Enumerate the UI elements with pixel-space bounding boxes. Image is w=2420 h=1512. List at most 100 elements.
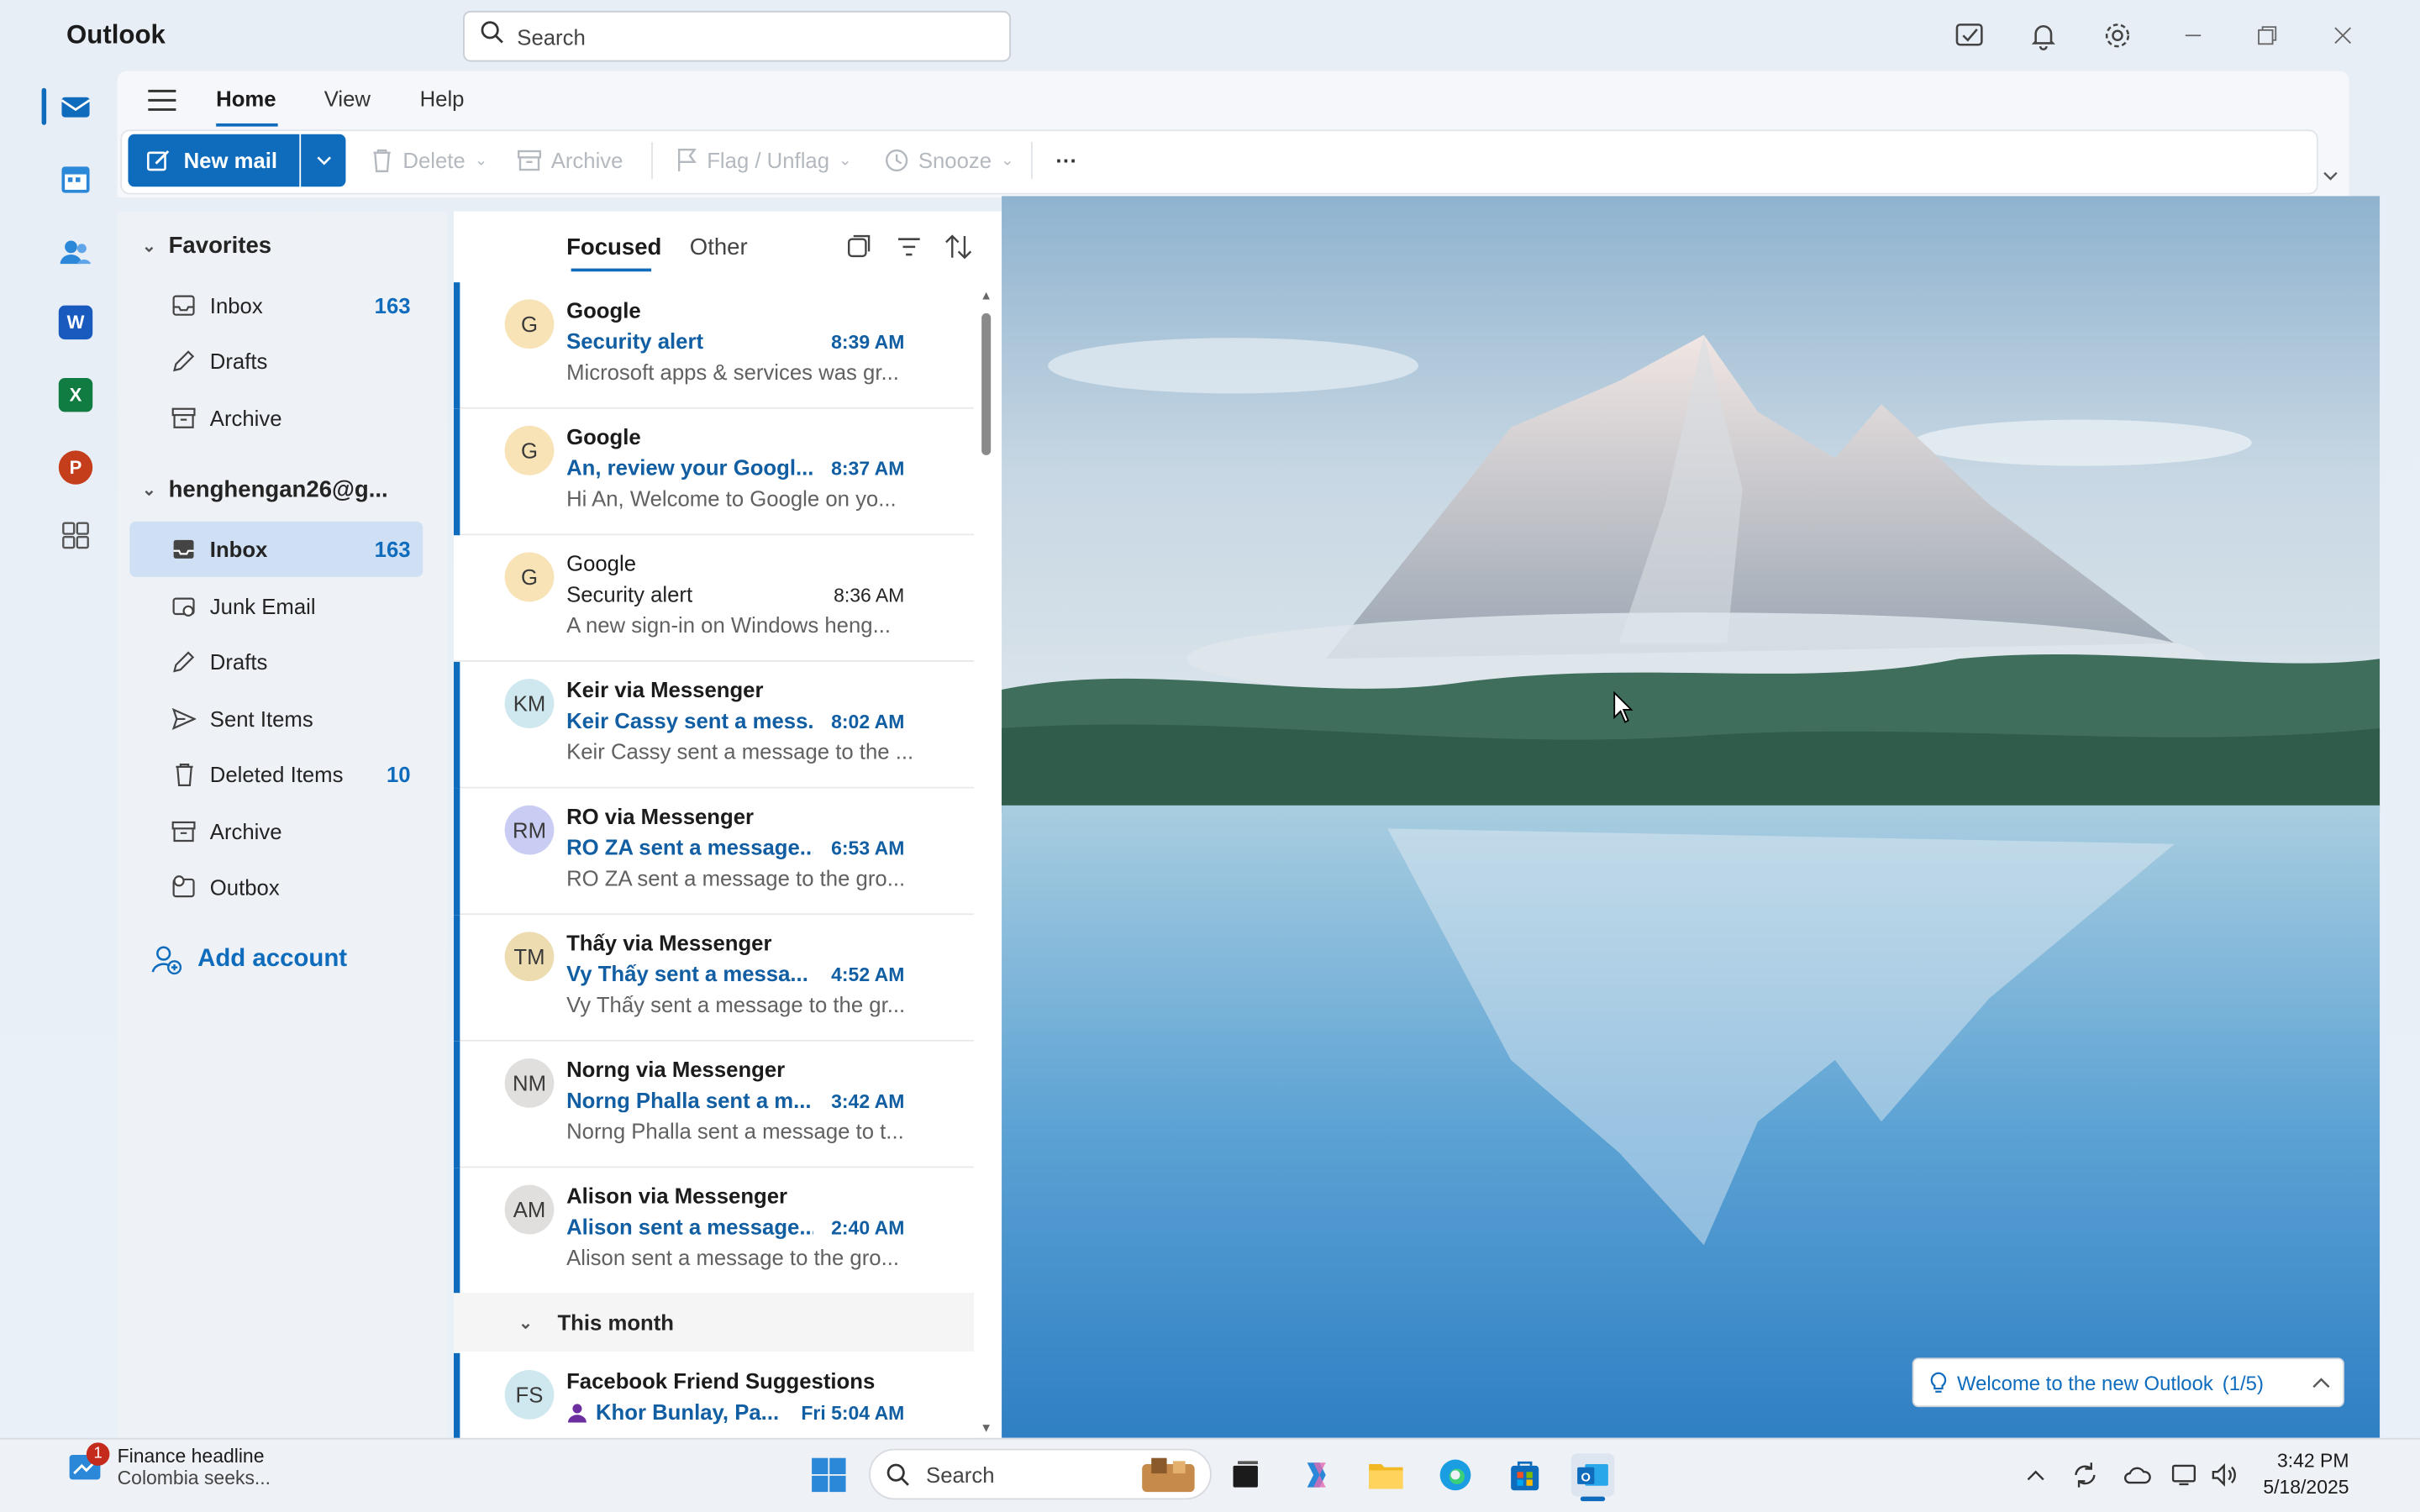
snooze-button[interactable]: Snooze ⌄	[884, 145, 1014, 176]
scrollbar-thumb[interactable]	[981, 312, 992, 455]
excel-app-icon[interactable]: X	[58, 377, 93, 412]
message-item[interactable]: RM RO via Messenger RO ZA sent a message…	[453, 788, 974, 916]
select-mode-icon[interactable]	[841, 230, 875, 264]
restore-button[interactable]	[2250, 18, 2284, 52]
welcome-text: Welcome to the new Outlook	[1956, 1370, 2213, 1394]
message-preview: Microsoft apps & services was gr...	[566, 359, 899, 385]
folder-inbox[interactable]: Inbox 163	[129, 521, 424, 577]
system-clock[interactable]: 3:42 PM 5/18/2025	[2256, 1449, 2349, 1501]
add-account-button[interactable]: Add account	[151, 944, 347, 975]
more-apps-icon[interactable]	[59, 518, 92, 552]
gear-icon[interactable]	[2101, 18, 2134, 52]
file-explorer-icon[interactable]	[1365, 1453, 1407, 1496]
folder-fav-inbox[interactable]: Inbox 163	[129, 278, 423, 333]
news-subtitle: Colombia seeks...	[117, 1467, 271, 1489]
new-mail-button[interactable]: New mail	[128, 134, 300, 187]
chevron-up-icon[interactable]	[2020, 1460, 2051, 1491]
store-icon[interactable]	[1503, 1453, 1546, 1496]
message-item[interactable]: G Google Security alert 8:36 AM A new si…	[453, 535, 974, 662]
message-sender: Keir via Messenger	[566, 677, 764, 702]
welcome-banner[interactable]: Welcome to the new Outlook (1/5)	[1912, 1357, 2344, 1408]
my-day-icon[interactable]	[1952, 18, 1986, 52]
message-preview: Norng Phalla sent a message to t...	[566, 1118, 904, 1144]
mail-app-icon[interactable]	[59, 90, 92, 123]
word-app-icon[interactable]: W	[58, 305, 93, 340]
message-item[interactable]: G Google An, review your Googl... 8:37 A…	[453, 408, 974, 536]
news-widget[interactable]: 1 Finance headline Colombia seeks...	[68, 1442, 271, 1489]
flag-button[interactable]: Flag / Unflag ⌄	[676, 145, 851, 176]
bell-icon[interactable]	[2027, 18, 2060, 52]
search-input[interactable]: Search	[463, 10, 1012, 62]
stocks-icon: 1	[68, 1442, 110, 1486]
folder-sent[interactable]: Sent Items	[129, 691, 423, 747]
hamburger-icon[interactable]	[145, 83, 179, 117]
close-button[interactable]	[2326, 18, 2360, 52]
inbox-icon	[170, 535, 197, 563]
chevron-down-icon: ⌄	[839, 151, 852, 170]
folder-archive[interactable]: Archive	[129, 804, 423, 859]
tab-help[interactable]: Help	[420, 87, 465, 111]
tab-view[interactable]: View	[324, 87, 371, 111]
message-item[interactable]: KM Keir via Messenger Keir Cassy sent a …	[453, 661, 974, 789]
news-title: Finance headline	[117, 1446, 265, 1467]
sort-icon[interactable]	[941, 230, 975, 264]
edge-icon[interactable]	[1434, 1453, 1476, 1496]
copilot-icon[interactable]	[1295, 1453, 1338, 1496]
taskbar-search-label: Search	[926, 1462, 995, 1487]
message-item[interactable]: G Google Security alert 8:39 AM Microsof…	[453, 282, 974, 409]
archive-button[interactable]: Archive	[517, 145, 623, 176]
new-mail-dropdown[interactable]	[301, 134, 346, 187]
chevron-down-icon	[316, 156, 331, 165]
message-list-scrollbar[interactable]: ▲ ▼	[976, 286, 997, 1435]
archive-icon	[517, 150, 542, 171]
search-highlight-icon	[1133, 1455, 1203, 1499]
cloud-icon[interactable]	[2123, 1460, 2154, 1491]
account-header[interactable]: ⌄ henghengan26@g...	[142, 477, 388, 503]
chevron-down-icon: ⌄	[141, 237, 156, 256]
outlook-taskbar-icon[interactable]: O	[1570, 1453, 1615, 1497]
minimize-button[interactable]	[2176, 18, 2210, 52]
ribbon-collapse-icon[interactable]	[2315, 160, 2346, 192]
message-sender: Google	[566, 297, 641, 323]
sync-icon[interactable]	[2070, 1460, 2101, 1491]
favorites-title: Favorites	[168, 233, 272, 260]
chevron-down-icon: ⌄	[518, 1313, 534, 1333]
folder-outbox[interactable]: Outbox	[129, 859, 423, 915]
junk-icon	[170, 592, 197, 620]
tab-other[interactable]: Other	[690, 234, 748, 260]
task-view-icon[interactable]	[1224, 1453, 1267, 1496]
message-time: 8:02 AM	[831, 711, 905, 733]
delete-button[interactable]: Delete ⌄	[371, 145, 487, 176]
folder-deleted[interactable]: Deleted Items 10	[129, 747, 423, 802]
people-app-icon[interactable]	[59, 234, 92, 268]
message-item[interactable]: NM Norng via Messenger Norng Phalla sent…	[453, 1041, 974, 1168]
folder-drafts[interactable]: Drafts	[129, 634, 423, 690]
favorites-header[interactable]: ⌄ Favorites	[142, 233, 271, 259]
more-options-button[interactable]: ···	[1055, 145, 1077, 176]
message-item[interactable]: TM Thấy via Messenger Vy Thấy sent a mes…	[453, 915, 974, 1042]
network-icon[interactable]	[2170, 1460, 2201, 1491]
filter-icon[interactable]	[892, 230, 926, 264]
tab-home[interactable]: Home	[216, 87, 276, 111]
folder-fav-drafts[interactable]: Drafts	[129, 333, 423, 389]
chevron-up-icon[interactable]	[2312, 1376, 2330, 1389]
powerpoint-app-icon[interactable]: P	[58, 450, 93, 485]
message-item[interactable]: FS Facebook Friend Suggestions Khor Bunl…	[453, 1352, 974, 1480]
scroll-up-icon[interactable]: ▲	[980, 288, 992, 302]
add-person-icon	[151, 946, 182, 975]
group-header[interactable]: ⌄ This month	[453, 1293, 974, 1352]
folder-junk[interactable]: Junk Email	[129, 579, 423, 634]
message-item[interactable]: AM Alison via Messenger Alison sent a me…	[453, 1168, 974, 1295]
tab-focused[interactable]: Focused	[566, 234, 661, 260]
toolbar-divider	[651, 141, 653, 180]
windows-start-icon[interactable]	[808, 1453, 850, 1496]
taskbar-search[interactable]: Search	[869, 1448, 1212, 1500]
calendar-app-icon[interactable]	[59, 162, 92, 196]
volume-icon[interactable]	[2208, 1460, 2239, 1491]
folder-fav-archive[interactable]: Archive	[129, 391, 423, 446]
clock-icon	[886, 149, 908, 172]
scroll-down-icon[interactable]: ▼	[980, 1421, 992, 1436]
active-app-indicator	[1580, 1496, 1606, 1502]
svg-text:O: O	[1581, 1471, 1591, 1484]
message-subject: Security alert	[566, 328, 704, 354]
